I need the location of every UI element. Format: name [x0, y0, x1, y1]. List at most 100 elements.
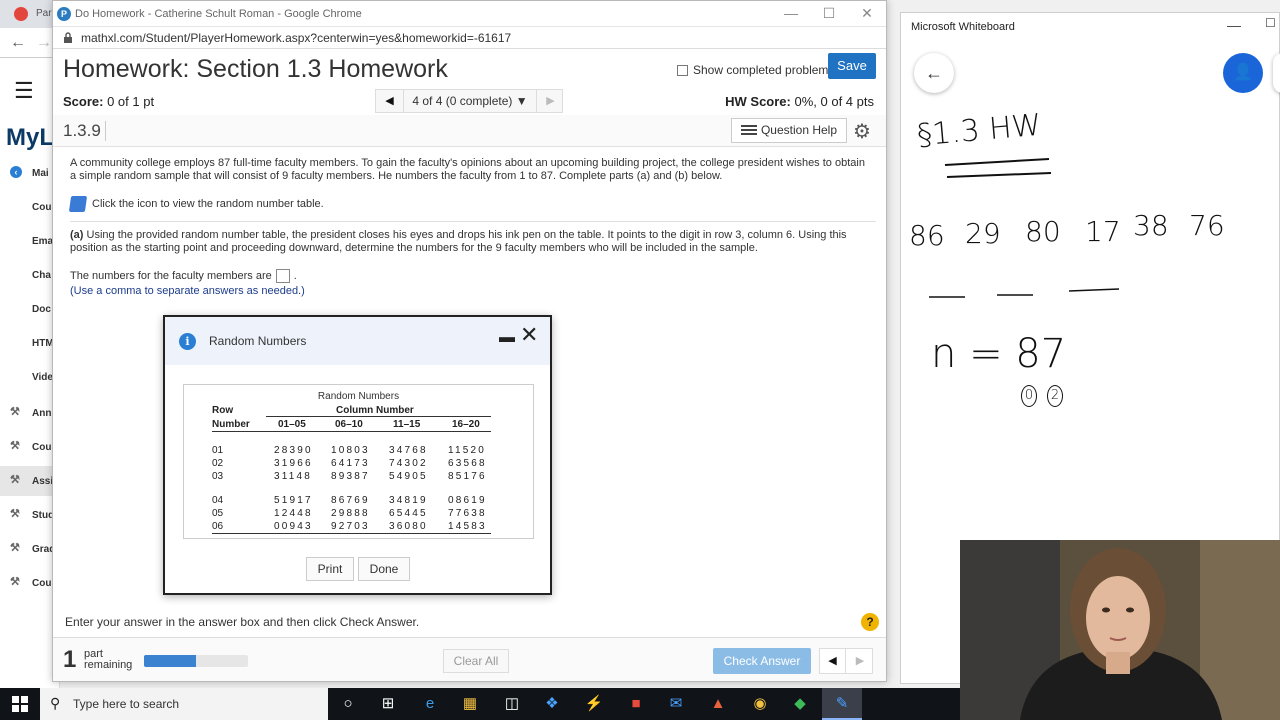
table-cell: 08619 — [448, 495, 487, 506]
store-icon[interactable]: ◫ — [492, 688, 532, 720]
sidebar-item-label: HTM — [32, 338, 54, 349]
user-icon[interactable]: 👤 — [1223, 53, 1263, 93]
sidebar-item[interactable]: ⚒ Ann — [0, 398, 60, 428]
forward-arrow-icon[interactable]: → — [36, 34, 52, 52]
sidebar-item[interactable]: Ema — [0, 226, 60, 256]
ink-number: 80 — [1025, 215, 1061, 248]
table-cell: 10803 — [331, 445, 370, 456]
row-header-row: Row — [212, 405, 234, 416]
ink-blanks — [929, 288, 1120, 298]
score: Score: 0 of 1 pt — [63, 94, 154, 109]
table-cell: 36080 — [389, 521, 428, 532]
ink-heading: §1.3 HW — [915, 107, 1043, 154]
sidebar-item[interactable]: Cou — [0, 192, 60, 222]
hamburger-menu-icon[interactable]: ☰ — [14, 78, 34, 104]
clear-all-button[interactable]: Clear All — [443, 649, 509, 673]
file-explorer-icon[interactable]: ▦ — [450, 688, 490, 720]
cortana-icon[interactable]: ○ — [328, 688, 368, 720]
minimize-icon[interactable]: — — [779, 5, 803, 21]
instruction-text: Enter your answer in the answer box and … — [65, 615, 420, 629]
sidebar-item[interactable]: ‹ Mai — [0, 158, 60, 188]
book-icon[interactable] — [68, 196, 88, 212]
row-number: 03 — [212, 471, 224, 482]
table-cell: 86769 — [331, 495, 370, 506]
score-row: Score: 0 of 1 pt ◀ 4 of 4 (0 complete) ▼… — [53, 89, 886, 115]
part-a-text: (a) Using the provided random number tab… — [70, 229, 870, 255]
random-table-link-text: Click the icon to view the random number… — [92, 198, 324, 210]
question-help-button[interactable]: Question Help — [731, 118, 847, 143]
save-button[interactable]: Save — [828, 53, 876, 79]
back-arrow-icon[interactable]: ← — [914, 53, 954, 93]
progress-fill — [144, 655, 196, 667]
next-question-icon[interactable]: ▶ — [536, 90, 564, 112]
whiteboard-taskbar-icon[interactable]: ✎ — [822, 688, 862, 720]
sidebar-item-label: Stud — [32, 510, 55, 521]
sidebar-item[interactable]: ⚒ Grad — [0, 534, 60, 564]
dropbox-icon[interactable]: ❖ — [532, 688, 572, 720]
close-icon[interactable]: ✕ — [520, 322, 538, 348]
nav-icon — [10, 336, 22, 348]
maximize-icon[interactable]: ☐ — [1265, 16, 1276, 30]
ink-number: 86 — [909, 219, 945, 252]
back-arrow-icon[interactable]: ← — [10, 34, 26, 52]
next-question-icon[interactable]: ▶ — [847, 649, 873, 673]
answer-input[interactable] — [275, 269, 290, 283]
webcam-overlay — [960, 540, 1280, 720]
table-caption: Random Numbers — [317, 391, 400, 402]
sidebar-item[interactable]: ⚒ Stud — [0, 500, 60, 530]
windows-start-icon[interactable] — [12, 696, 28, 712]
sidebar-item[interactable]: ⚒ Assi — [0, 466, 60, 496]
table-end-rule — [212, 533, 491, 534]
minimize-icon[interactable]: — — [1227, 17, 1241, 33]
random-table-link[interactable]: Click the icon to view the random number… — [68, 196, 870, 212]
app-green-icon[interactable]: ◆ — [780, 688, 820, 720]
minimize-icon[interactable]: ▬ — [499, 329, 515, 347]
maximize-icon[interactable]: ☐ — [817, 5, 841, 22]
column-header: 01–05 — [278, 419, 306, 430]
parts-label-line2: remaining — [84, 659, 133, 671]
toolbar-edge[interactable] — [1273, 53, 1280, 93]
previous-question-icon[interactable]: ◀ — [376, 90, 404, 112]
print-button[interactable]: Print — [306, 557, 354, 581]
done-button[interactable]: Done — [358, 557, 410, 581]
app-logo-icon — [14, 7, 28, 21]
address-bar[interactable]: mathxl.com/Student/PlayerHomework.aspx?c… — [53, 27, 886, 49]
table-cell: 54905 — [389, 471, 428, 482]
show-completed-toggle[interactable]: Show completed problem — [677, 63, 828, 77]
sidebar-item[interactable]: ⚒ Cou — [0, 432, 60, 462]
show-completed-checkbox[interactable] — [677, 64, 688, 76]
table-cell: 64173 — [331, 458, 370, 469]
score-label: Score: — [63, 94, 104, 109]
title-bar: P Do Homework - Catherine Schult Roman -… — [53, 1, 886, 27]
footer-bar: 1 part remaining Clear All Check Answer ◀… — [53, 637, 886, 681]
mail-icon[interactable]: ✉ — [656, 688, 696, 720]
close-icon[interactable]: ✕ — [855, 5, 879, 22]
previous-question-icon[interactable]: ◀ — [820, 649, 846, 673]
help-icon[interactable]: ? — [861, 613, 879, 631]
gear-icon[interactable]: ⚙ — [853, 119, 871, 144]
background-tab[interactable]: Par — [0, 0, 60, 28]
sidebar-item[interactable]: Cha — [0, 260, 60, 290]
sidebar-item-label: Assi — [32, 476, 54, 487]
random-number-table: Random Numbers Row Number Column Number … — [183, 384, 534, 539]
sidebar-item[interactable]: HTM — [0, 328, 60, 358]
sidebar-item[interactable]: Vide — [0, 362, 60, 392]
sidebar-item-label: Doc — [32, 304, 51, 315]
table-cell: 77638 — [448, 508, 487, 519]
task-view-icon[interactable]: ⊞ — [368, 688, 408, 720]
powerpoint-icon[interactable]: ▲ — [698, 688, 738, 720]
question-content: A community college employs 87 full-time… — [53, 147, 886, 297]
question-select[interactable]: 4 of 4 (0 complete) ▼ — [404, 90, 536, 112]
sidebar-item[interactable]: Doc — [0, 294, 60, 324]
chrome-icon[interactable]: ◉ — [740, 688, 780, 720]
row-header-number: Number — [212, 419, 250, 430]
row-number: 01 — [212, 445, 224, 456]
sidebar-item[interactable]: ⚒ Cou — [0, 568, 60, 598]
taskbar-search[interactable]: ⚲ Type here to search — [40, 688, 328, 720]
pdf-icon[interactable]: ■ — [616, 688, 656, 720]
check-answer-button[interactable]: Check Answer — [713, 648, 811, 674]
back-circle-icon: ‹ — [10, 166, 22, 178]
edge-icon[interactable]: e — [410, 688, 450, 720]
nav-icon — [10, 302, 22, 314]
app-icon[interactable]: ⚡ — [574, 688, 614, 720]
